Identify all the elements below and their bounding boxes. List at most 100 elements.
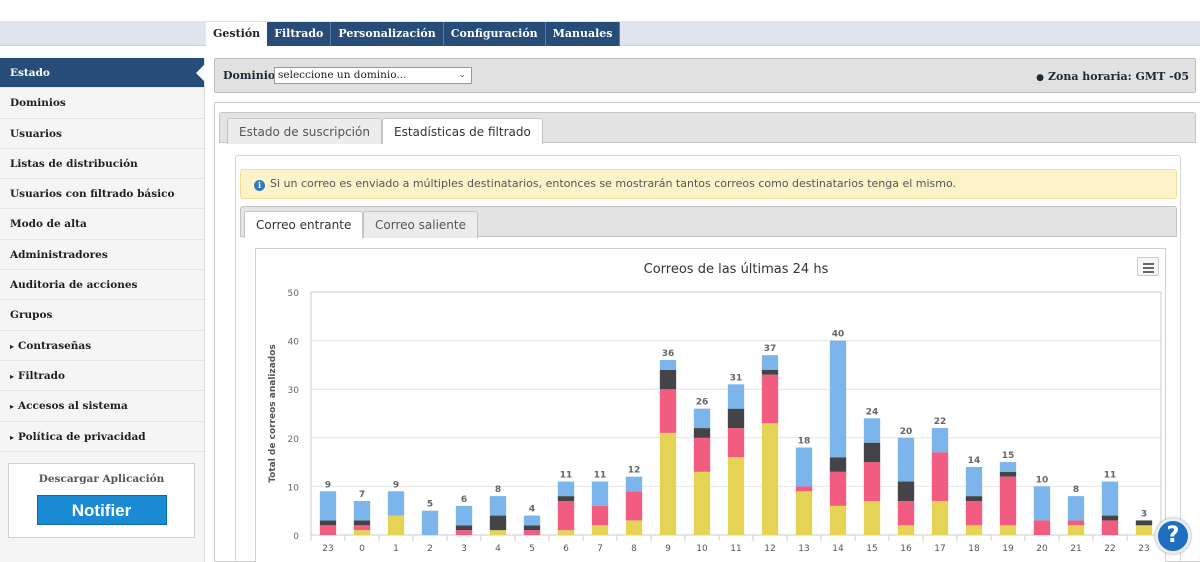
- bar-total-label: 8: [495, 485, 501, 495]
- bar-segment: [1067, 525, 1085, 535]
- tab-estado-suscripcion[interactable]: Estado de suscripción: [227, 118, 382, 144]
- bar-segment: [965, 466, 983, 497]
- y-tick-label: 40: [288, 338, 300, 348]
- sidebar-item-label: Accesos al sistema: [18, 400, 128, 413]
- tab-manuales[interactable]: Manuales: [545, 22, 621, 46]
- timezone-label: Zona horaria: GMT -05: [1047, 70, 1189, 83]
- timezone-indicator: ● Zona horaria: GMT -05: [1036, 69, 1189, 86]
- bar-total-label: 5: [427, 500, 433, 510]
- x-tick-label: 19: [1002, 544, 1014, 554]
- sidebar-item-auditoria[interactable]: Auditoria de acciones: [0, 270, 204, 301]
- bar-segment: [829, 505, 847, 535]
- caret-right-icon: ▸: [10, 401, 15, 412]
- tab-correo-entrante[interactable]: Correo entrante: [244, 211, 364, 238]
- chart-menu-icon[interactable]: [1137, 257, 1159, 276]
- sidebar-item-label: Grupos: [10, 309, 53, 322]
- bar-segment: [693, 471, 711, 535]
- x-tick-label: 11: [730, 544, 741, 554]
- bar-segment: [1135, 525, 1153, 535]
- sidebar-item-label: Administradores: [10, 248, 108, 261]
- x-tick-label: 1: [393, 544, 399, 554]
- x-tick-label: 5: [529, 544, 535, 554]
- bar-segment: [455, 525, 473, 531]
- bar-segment: [523, 515, 541, 526]
- top-tabs: Gestión Filtrado Personalización Configu…: [206, 22, 621, 46]
- notifier-download-button[interactable]: Notifier: [36, 495, 167, 525]
- tab-filtrado[interactable]: Filtrado: [267, 22, 332, 46]
- tab-correo-saliente[interactable]: Correo saliente: [363, 211, 479, 238]
- bar-segment: [761, 369, 779, 375]
- bar-total-label: 20: [900, 427, 913, 437]
- sidebar-item-estado[interactable]: Estado: [0, 58, 205, 89]
- bar-total-label: 31: [730, 373, 743, 383]
- x-tick-label: 0: [359, 544, 365, 554]
- clock-icon: ●: [1036, 73, 1044, 83]
- x-tick-label: 8: [631, 544, 637, 554]
- sidebar-item-filtrado[interactable]: ▸ Filtrado: [0, 361, 204, 392]
- bar-segment: [557, 481, 575, 497]
- sidebar-item-privacidad[interactable]: ▸ Política de privacidad: [0, 422, 204, 452]
- bar-segment: [557, 500, 575, 531]
- y-tick-label: 0: [293, 532, 299, 542]
- sidebar-item-modo-alta[interactable]: Modo de alta: [0, 209, 204, 240]
- stacked-bar-chart: Correos de las últimas 24 hs01020304050T…: [268, 262, 1162, 554]
- bar-total-label: 37: [764, 344, 777, 354]
- bar-segment: [1101, 481, 1119, 516]
- sidebar-item-usuarios[interactable]: Usuarios: [0, 119, 204, 149]
- x-tick-label: 21: [1070, 544, 1081, 554]
- bar-segment: [489, 496, 507, 516]
- tab-estadisticas-filtrado[interactable]: Estadísticas de filtrado: [382, 118, 543, 144]
- x-tick-label: 14: [832, 544, 844, 554]
- sidebar-item-listas-distribucion[interactable]: Listas de distribución: [0, 149, 204, 180]
- chart-container: Correos de las últimas 24 hs 0 10 20 30 40 50 T…: [255, 248, 1166, 562]
- bar-segment: [319, 491, 337, 521]
- bar-segment: [863, 442, 881, 463]
- bar-segment: [999, 471, 1017, 477]
- bar-segment: [557, 496, 575, 501]
- bar-total-label: 22: [934, 417, 947, 427]
- sidebar: Estado Dominios Usuarios Listas de distr…: [0, 58, 205, 562]
- sidebar-item-contrasenas[interactable]: ▸ Contraseñas: [0, 331, 204, 361]
- x-tick-label: 22: [1104, 544, 1115, 554]
- chevron-down-icon: ⌄: [458, 70, 466, 80]
- bar-segment: [727, 408, 745, 429]
- bar-segment: [693, 428, 711, 438]
- sidebar-item-accesos[interactable]: ▸ Accesos al sistema: [0, 391, 204, 422]
- info-alert-text: Si un correo es enviado a múltiples dest…: [270, 177, 957, 190]
- bar-segment: [965, 500, 983, 526]
- x-tick-label: 16: [900, 544, 912, 554]
- sidebar-item-grupos[interactable]: Grupos: [0, 300, 204, 331]
- tab-configuracion[interactable]: Configuración: [443, 22, 546, 46]
- tab-personalizacion[interactable]: Personalización: [331, 22, 444, 46]
- bar-total-label: 18: [798, 437, 811, 447]
- bar-segment: [795, 491, 813, 535]
- bar-segment: [965, 496, 983, 501]
- sidebar-item-usuarios-filtrado-basico[interactable]: Usuarios con filtrado básico: [0, 179, 204, 210]
- x-tick-label: 4: [495, 544, 501, 554]
- caret-right-icon: ▸: [10, 431, 15, 442]
- bar-segment: [557, 530, 575, 535]
- bar-segment: [931, 452, 949, 501]
- bar-segment: [353, 520, 371, 526]
- domain-bar: Dominio: seleccione un dominio... ⌄ ● Zon…: [214, 58, 1196, 93]
- bar-segment: [455, 505, 473, 526]
- sidebar-item-label: Modo de alta: [10, 218, 87, 231]
- bar-total-label: 11: [594, 471, 607, 481]
- bar-segment: [489, 515, 507, 531]
- bar-segment: [387, 491, 405, 516]
- help-icon[interactable]: ?: [1155, 518, 1191, 554]
- download-app-box: Descargar Aplicación Notifier: [8, 463, 195, 538]
- tab-gestion[interactable]: Gestión: [206, 22, 268, 46]
- y-tick-label: 50: [288, 289, 300, 299]
- bar-segment: [999, 462, 1017, 472]
- main-panel: Estado de suscripción Estadísticas de fi…: [214, 102, 1200, 562]
- domain-select[interactable]: seleccione un dominio... ⌄: [274, 67, 472, 84]
- sidebar-item-dominios[interactable]: Dominios: [0, 88, 204, 119]
- bar-segment: [795, 447, 813, 487]
- bar-total-label: 9: [325, 480, 331, 490]
- sidebar-item-administradores[interactable]: Administradores: [0, 240, 204, 271]
- bar-segment: [965, 525, 983, 535]
- x-tick-label: 18: [968, 544, 980, 554]
- sidebar-item-label: Listas de distribución: [10, 157, 138, 170]
- x-tick-label: 23: [1138, 544, 1149, 554]
